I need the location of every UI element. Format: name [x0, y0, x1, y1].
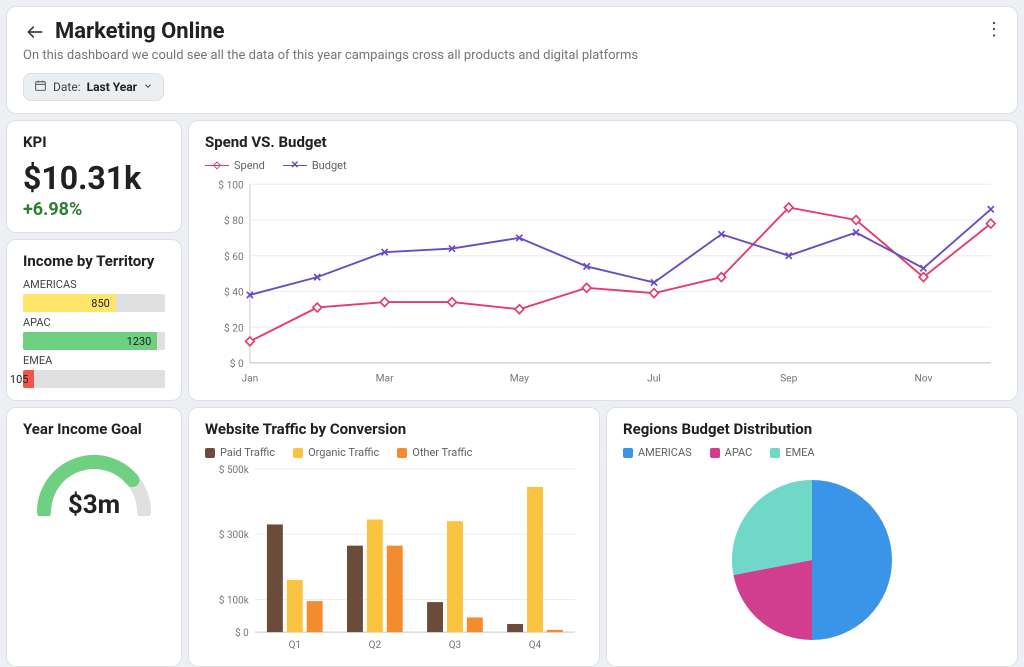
svg-text:Q1: Q1	[289, 640, 301, 651]
goal-title: Year Income Goal	[23, 420, 165, 438]
pie-legend: AMERICAS APAC EMEA	[623, 446, 1001, 459]
goal-value: $3m	[29, 490, 159, 520]
svg-text:Q4: Q4	[529, 640, 542, 651]
svg-text:Q3: Q3	[449, 640, 461, 651]
pie-card: Regions Budget Distribution AMERICAS APAC…	[606, 407, 1018, 667]
kpi-delta: +6.98%	[23, 199, 165, 220]
svg-text:Sep: Sep	[780, 372, 797, 385]
svg-text:$ 500k: $ 500k	[219, 465, 250, 476]
spend-chart: $ 0 $ 20 $ 40 $ 60 $ 80 $ 100 Jan Mar May Jul Sep N…	[205, 178, 1001, 388]
traffic-legend: Paid Traffic Organic Traffic Other Traffic	[205, 446, 583, 459]
territory-value: 105	[10, 373, 29, 386]
legend-item: EMEA	[770, 446, 814, 459]
territory-row: APAC 1230	[23, 316, 165, 350]
date-filter-chip[interactable]: Date: Last Year	[23, 73, 164, 101]
back-icon[interactable]	[23, 20, 47, 44]
svg-text:Mar: Mar	[376, 372, 394, 385]
legend-label: Spend	[234, 159, 265, 172]
svg-text:Jan: Jan	[242, 372, 259, 385]
traffic-card: Website Traffic by Conversion Paid Traff…	[188, 407, 600, 667]
legend-item: AMERICAS	[623, 446, 692, 459]
legend-marker: ✕	[283, 165, 307, 167]
kpi-card: KPI $10.31k +6.98%	[6, 120, 182, 233]
territory-card: Income by Territory AMERICAS 850 APAC 1230 E…	[6, 239, 182, 401]
territory-row: AMERICAS 850	[23, 278, 165, 312]
page-subtitle: On this dashboard we could see all the d…	[23, 48, 1001, 63]
svg-text:$ 80: $ 80	[224, 214, 244, 227]
territory-bar: 105	[23, 370, 165, 388]
legend-item: Paid Traffic	[205, 446, 275, 459]
svg-text:Nov: Nov	[914, 372, 932, 385]
territory-bar: 1230	[23, 332, 165, 350]
svg-text:$ 100k: $ 100k	[219, 595, 250, 606]
legend-label: Other Traffic	[412, 446, 472, 459]
page-title: Marketing Online	[55, 19, 225, 44]
date-filter-value: Last Year	[87, 80, 137, 94]
territory-value: 850	[91, 297, 110, 310]
traffic-chart: $ 0 $ 100k $ 300k $ 500k Q1 Q2 Q3 Q4	[205, 465, 583, 654]
traffic-title: Website Traffic by Conversion	[205, 420, 583, 438]
legend-label: APAC	[725, 446, 753, 459]
territory-label: AMERICAS	[23, 278, 165, 291]
legend-item: ◇ Spend	[205, 159, 265, 172]
legend-label: AMERICAS	[638, 446, 692, 459]
svg-text:$ 0: $ 0	[235, 628, 249, 639]
svg-text:$ 100: $ 100	[218, 178, 244, 191]
goal-gauge: $3m	[29, 446, 159, 516]
svg-text:Q2: Q2	[369, 640, 382, 651]
date-filter-label: Date:	[53, 80, 81, 94]
territory-label: APAC	[23, 316, 165, 329]
legend-label: Organic Traffic	[308, 446, 379, 459]
calendar-icon	[34, 79, 47, 95]
legend-label: Budget	[312, 159, 347, 172]
legend-marker: ◇	[205, 165, 229, 167]
svg-text:$ 40: $ 40	[224, 285, 244, 298]
spend-card: Spend VS. Budget ◇Spend✕Budget $ 0$ 20$ …	[188, 120, 1018, 401]
svg-text:$ 20: $ 20	[224, 321, 244, 334]
svg-text:May: May	[510, 372, 529, 385]
legend-label: Paid Traffic	[220, 446, 275, 459]
legend-item: ✕ Budget	[283, 159, 347, 172]
legend-item: Organic Traffic	[293, 446, 379, 459]
pie-chart	[722, 470, 902, 650]
chevron-down-icon	[143, 80, 153, 94]
spend-legend: ◇ Spend ✕ Budget	[205, 159, 1001, 172]
page-header: Marketing Online On this dashboard we co…	[6, 6, 1018, 114]
territory-title: Income by Territory	[23, 252, 165, 270]
goal-card: Year Income Goal $3m	[6, 407, 182, 667]
territory-bar: 850	[23, 294, 165, 312]
territory-row: EMEA 105	[23, 354, 165, 388]
svg-text:Jul: Jul	[647, 372, 661, 385]
legend-label: EMEA	[785, 446, 814, 459]
more-icon[interactable]: ⋮	[985, 21, 1003, 39]
svg-text:$ 60: $ 60	[224, 250, 244, 263]
spend-title: Spend VS. Budget	[205, 133, 1001, 151]
territory-label: EMEA	[23, 354, 165, 367]
kpi-title: KPI	[23, 133, 165, 151]
svg-text:$ 300k: $ 300k	[219, 530, 250, 541]
pie-title: Regions Budget Distribution	[623, 420, 1001, 438]
legend-item: Other Traffic	[397, 446, 472, 459]
legend-item: APAC	[710, 446, 753, 459]
territory-value: 1230	[127, 335, 152, 348]
svg-text:$ 0: $ 0	[230, 357, 244, 370]
kpi-value: $10.31k	[23, 159, 165, 197]
